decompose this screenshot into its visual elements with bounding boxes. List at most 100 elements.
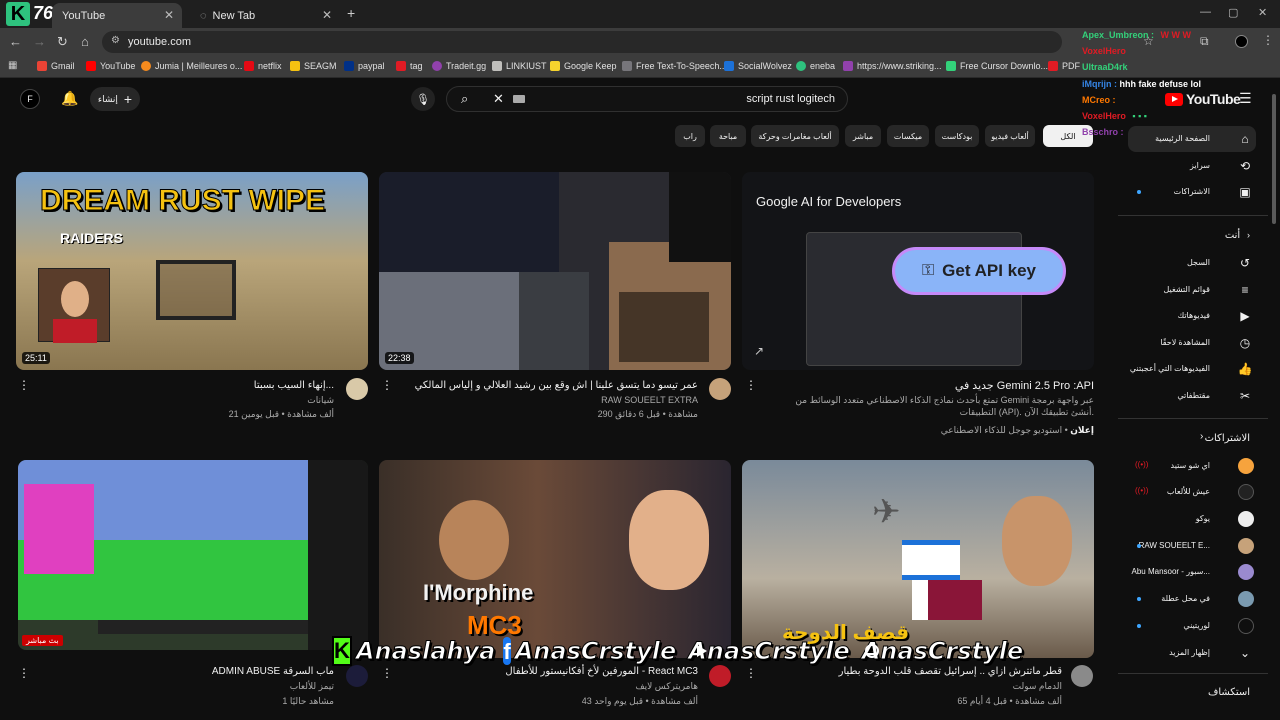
- channel-name[interactable]: الدمام سولت: [1013, 681, 1062, 692]
- video-thumbnail[interactable]: I'Morphine MC3: [379, 460, 731, 658]
- ad-thumbnail[interactable]: Google AI for Developers ⚿ Get API key ↗: [742, 172, 1094, 370]
- close-icon[interactable]: ✕: [164, 8, 174, 22]
- chip-mixes[interactable]: ميكسات: [887, 125, 929, 147]
- chip-action-adventure[interactable]: ألعاب مغامرات وحركة: [751, 125, 839, 147]
- channel-name[interactable]: هامريتركس لايف: [635, 681, 698, 692]
- live-indicator-icon: ((•)): [1135, 486, 1149, 495]
- chip-mubaha[interactable]: مباحة: [710, 125, 746, 147]
- create-button[interactable]: إنشاء +: [90, 87, 140, 111]
- channel-avatar[interactable]: [1071, 665, 1093, 687]
- sidebar-subscription[interactable]: لوريتيني: [1183, 621, 1210, 630]
- extensions-icon[interactable]: ⧉: [1200, 34, 1209, 49]
- video-thumbnail[interactable]: بث مباشر: [18, 460, 368, 650]
- bookmark-paypal[interactable]: paypal: [344, 61, 385, 71]
- bookmark-tag[interactable]: tag: [396, 61, 423, 71]
- address-bar[interactable]: ⚙ youtube.com: [102, 31, 1062, 53]
- chevron-right-icon[interactable]: ›: [1200, 431, 1203, 442]
- minimize-icon[interactable]: —: [1200, 6, 1211, 18]
- sidebar-subscription[interactable]: Abu Mansoor - سبور...: [1132, 567, 1211, 576]
- chip-video-games[interactable]: ألعاب فيديو: [985, 125, 1035, 147]
- apps-grid-icon[interactable]: ▦: [8, 60, 17, 71]
- search-icon[interactable]: ⌕: [461, 91, 468, 107]
- sidebar-item-watch-later[interactable]: المشاهدة لاحقًا: [1160, 338, 1210, 347]
- bookmark-seagm[interactable]: SEAGM: [290, 61, 337, 71]
- video-title[interactable]: ADMIN ABUSE ماب السرقة: [212, 666, 334, 677]
- maximize-icon[interactable]: ▢: [1228, 6, 1238, 19]
- sidebar-item-your-clips[interactable]: مقتطفاتي: [1177, 391, 1210, 400]
- sidebar-item-subscriptions[interactable]: الاشتراكات: [1174, 187, 1210, 196]
- channel-name[interactable]: شيانات: [307, 395, 334, 406]
- sidebar-subscription[interactable]: يوكو: [1196, 514, 1210, 523]
- notifications-bell-icon[interactable]: 🔔: [61, 90, 78, 107]
- sidebar-item-shorts[interactable]: سرايز: [1190, 161, 1210, 170]
- chip-rap[interactable]: راب: [675, 125, 705, 147]
- reload-icon[interactable]: ↻: [57, 34, 68, 50]
- menu-kebab-icon[interactable]: ⋮: [1262, 33, 1274, 47]
- sidebar-subscription[interactable]: في محل عطلة: [1161, 594, 1210, 603]
- sidebar-show-more[interactable]: إظهار المزيد: [1169, 648, 1210, 657]
- home-icon[interactable]: ⌂: [81, 34, 89, 49]
- channel-name[interactable]: تيمز للألعاب: [290, 681, 334, 692]
- back-arrow-icon[interactable]: ←: [9, 34, 22, 49]
- external-link-icon[interactable]: ↗: [754, 344, 764, 358]
- video-title[interactable]: إنهاء السيب بسبتا...: [254, 380, 334, 391]
- youtube-logo[interactable]: YouTube: [1165, 91, 1241, 107]
- bookmark-youtube[interactable]: YouTube: [86, 61, 135, 71]
- sidebar-divider: [1118, 215, 1268, 216]
- new-tab-plus-icon[interactable]: +: [347, 5, 355, 21]
- bookmark-label: YouTube: [100, 61, 136, 71]
- sidebar-you-header[interactable]: أنت ›: [1225, 230, 1250, 241]
- tab-new-tab[interactable]: ◌ New Tab ✕: [190, 3, 340, 28]
- chip-live[interactable]: مباشر: [845, 125, 881, 147]
- keyboard-icon[interactable]: [513, 95, 525, 103]
- channel-avatar[interactable]: [346, 378, 368, 400]
- bookmark-gmail[interactable]: Gmail: [37, 61, 75, 71]
- ad-title[interactable]: جديد في Gemini 2.5 Pro :API: [955, 379, 1094, 392]
- weapon-scope: [156, 260, 236, 320]
- sidebar-subscriptions-header[interactable]: الاشتراكات: [1205, 433, 1250, 444]
- more-options-icon[interactable]: ⋮: [18, 378, 30, 392]
- chip-podcasts[interactable]: بودكاست: [935, 125, 979, 147]
- close-icon[interactable]: ✕: [322, 8, 332, 22]
- more-options-icon[interactable]: ⋮: [18, 666, 30, 680]
- sidebar-item-liked-videos[interactable]: الفيديوهات التي أعجبتني: [1130, 364, 1210, 373]
- channel-name[interactable]: RAW SOUEELT EXTRA: [601, 395, 698, 405]
- sidebar-item-history[interactable]: السجل: [1187, 258, 1210, 267]
- video-thumbnail[interactable]: DREAM RUST WIPE RAIDERS 25:11: [16, 172, 368, 370]
- bookmark-tradeit[interactable]: Tradeit.gg: [432, 61, 486, 71]
- tab-youtube[interactable]: YouTube ✕: [52, 3, 182, 28]
- sidebar-subscription[interactable]: عيش للألعاب: [1167, 487, 1210, 496]
- more-options-icon[interactable]: ⋮: [745, 378, 757, 392]
- video-title[interactable]: عمر تيسو دما يتسق علينا | اش وقع بين رشي…: [415, 380, 698, 391]
- bookmark-striking[interactable]: https://www.striking...: [843, 61, 942, 71]
- more-options-icon[interactable]: ⋮: [381, 378, 393, 392]
- sidebar-subscription[interactable]: اي شو ستيد: [1171, 461, 1211, 470]
- bookmark-jumia[interactable]: Jumia | Meilleures o...: [141, 61, 242, 71]
- bookmark-netflix[interactable]: netflix: [244, 61, 282, 71]
- video-thumbnail[interactable]: 22:38: [379, 172, 731, 370]
- bookmark-icon: [396, 61, 406, 71]
- channel-avatar[interactable]: [709, 378, 731, 400]
- search-input[interactable]: script rust logitech: [746, 93, 835, 105]
- bookmark-google-keep[interactable]: Google Keep: [550, 61, 617, 71]
- bookmark-pdf[interactable]: PDF: [1048, 61, 1080, 71]
- bookmark-tts[interactable]: Free Text-To-Speech...: [622, 61, 727, 71]
- profile-icon[interactable]: [1235, 35, 1248, 48]
- sidebar-item-playlists[interactable]: قوائم التشغيل: [1164, 285, 1211, 294]
- sidebar-subscription[interactable]: RAW SOUEELT E...: [1139, 541, 1210, 550]
- site-info-icon[interactable]: ⚙: [111, 35, 120, 46]
- forward-arrow-icon[interactable]: →: [33, 34, 46, 49]
- voice-search-mic-icon[interactable]: 🎙: [411, 87, 435, 111]
- clear-search-icon[interactable]: ✕: [493, 91, 504, 107]
- account-avatar[interactable]: F: [20, 89, 40, 109]
- qatar-flag-shape: [912, 580, 982, 620]
- video-thumbnail[interactable]: ✈ قصف الدوحة: [742, 460, 1094, 658]
- sidebar-item-your-videos[interactable]: فيديوهاتك: [1178, 311, 1210, 320]
- bookmark-eneba[interactable]: eneba: [796, 61, 835, 71]
- bookmark-cursor[interactable]: Free Cursor Downlo...: [946, 61, 1048, 71]
- sidebar-scrollbar[interactable]: [1272, 94, 1276, 224]
- window-close-icon[interactable]: ✕: [1258, 6, 1267, 19]
- hamburger-menu-icon[interactable]: ☰: [1239, 90, 1252, 107]
- bookmark-socialwolvez[interactable]: SocialWolvez: [724, 61, 792, 71]
- bookmark-linkiust[interactable]: LINKIUST: [492, 61, 547, 71]
